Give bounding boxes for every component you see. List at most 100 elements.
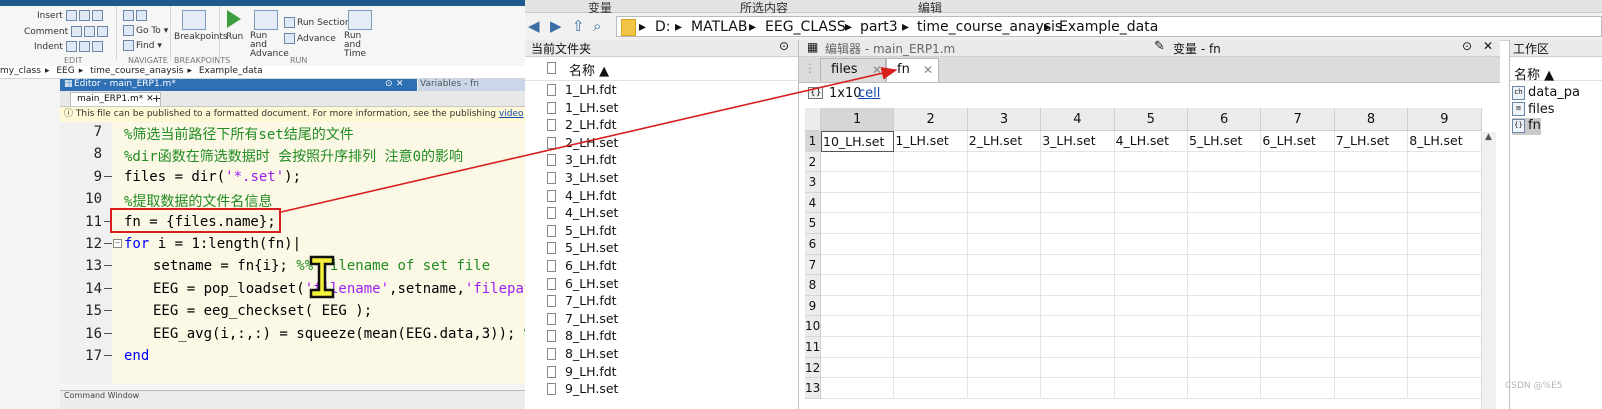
grid-cell[interactable] bbox=[1041, 337, 1115, 358]
current-folder-column-header[interactable]: 名称 ▲ bbox=[525, 58, 798, 81]
grid-cell[interactable] bbox=[1408, 378, 1482, 399]
breakpoint-dash[interactable]: — bbox=[104, 281, 112, 296]
nav-back-forward[interactable] bbox=[123, 10, 149, 21]
grid-cell[interactable] bbox=[1408, 275, 1482, 296]
scroll-up-icon[interactable]: ▲ bbox=[1485, 132, 1492, 142]
breakpoint-dash[interactable]: — bbox=[104, 326, 112, 341]
grid-cell[interactable] bbox=[1334, 234, 1409, 255]
file-list-item[interactable]: 9_LH.set bbox=[525, 381, 798, 399]
grid-row-header[interactable]: 5 bbox=[805, 213, 821, 234]
grid-cell[interactable] bbox=[1408, 192, 1482, 214]
grid-cell[interactable]: 10_LH.set bbox=[821, 131, 895, 152]
grid-cell[interactable]: 1_LH.set bbox=[894, 131, 968, 152]
workspace-item[interactable]: ch data_pa bbox=[1512, 85, 1580, 102]
grid-row-header[interactable]: 6 bbox=[805, 234, 821, 255]
file-list-item[interactable]: 1_LH.set bbox=[525, 100, 798, 118]
grid-cell[interactable] bbox=[1041, 172, 1115, 193]
file-list-item[interactable]: 6_LH.set bbox=[525, 276, 798, 294]
breakpoint-dash[interactable]: — bbox=[104, 236, 112, 251]
code-line[interactable]: EEG = pop_loadset('filename',setname,'fi… bbox=[153, 281, 525, 297]
grid-cell[interactable] bbox=[1334, 378, 1409, 399]
grid-cell[interactable] bbox=[1114, 151, 1188, 173]
grid-row-header[interactable]: 9 bbox=[805, 295, 821, 317]
run-section-button[interactable]: Run Section bbox=[284, 17, 351, 28]
grid-cell[interactable] bbox=[1041, 234, 1115, 255]
indent-button[interactable]: Indent bbox=[34, 41, 105, 52]
grid-cell[interactable] bbox=[1188, 378, 1262, 399]
workspace-item[interactable]: {} fn bbox=[1512, 118, 1541, 135]
grid-cell[interactable] bbox=[967, 172, 1042, 193]
grid-row-header[interactable]: 13 bbox=[805, 378, 821, 399]
grid-cell[interactable]: 8_LH.set bbox=[1408, 131, 1482, 152]
grid-cell[interactable] bbox=[1041, 213, 1115, 234]
editor-title-tab[interactable]: 编辑器 - main_ERP1.m bbox=[825, 40, 955, 57]
workspace-column-header[interactable]: 名称 ▲ bbox=[1510, 58, 1602, 83]
grid-cell[interactable] bbox=[1261, 357, 1335, 379]
grid-cell[interactable] bbox=[894, 357, 968, 379]
grid-cell[interactable] bbox=[1261, 172, 1335, 193]
grid-cell[interactable] bbox=[1114, 234, 1188, 255]
grid-cell[interactable] bbox=[1261, 378, 1335, 399]
grid-cell[interactable] bbox=[1114, 254, 1188, 276]
tab-main-erp1[interactable]: main_ERP1.m* ✕ bbox=[70, 92, 161, 106]
grid-cell[interactable] bbox=[1188, 316, 1262, 337]
breadcrumb-segment[interactable]: my_class bbox=[0, 66, 41, 76]
grid-column-header[interactable]: 9 bbox=[1408, 108, 1482, 131]
go-to-button[interactable]: Go To ▾ bbox=[123, 25, 168, 36]
variable-grid[interactable]: 1 2 3 4 5 6 7 8 9 1 10_LH.set 1_LH.set 2_LH.set 3_LH.… bbox=[805, 108, 1484, 409]
back-icon[interactable]: ◀ bbox=[528, 17, 540, 35]
grid-row-header[interactable]: 12 bbox=[805, 357, 821, 379]
grid-cell[interactable] bbox=[967, 316, 1042, 337]
grid-cell[interactable] bbox=[1114, 378, 1188, 399]
grid-row-header[interactable]: 10 bbox=[805, 316, 821, 337]
editor-menu-icon[interactable]: ⊙ bbox=[385, 79, 393, 89]
grid-cell[interactable]: 4_LH.set bbox=[1114, 131, 1188, 152]
grid-cell[interactable] bbox=[894, 234, 968, 255]
grid-cell[interactable] bbox=[894, 295, 968, 317]
grid-row-header[interactable]: 2 bbox=[805, 151, 821, 173]
breakpoint-dash[interactable]: — bbox=[104, 169, 112, 184]
grid-row-header[interactable]: 11 bbox=[805, 337, 821, 358]
grid-cell[interactable] bbox=[1408, 172, 1482, 193]
vertical-scrollbar[interactable]: ▲ bbox=[1481, 132, 1496, 409]
path-segment[interactable]: D: bbox=[655, 19, 671, 35]
file-list-item[interactable]: 5_LH.set bbox=[525, 240, 798, 258]
grid-cell[interactable] bbox=[1188, 234, 1262, 255]
path-input[interactable]: ▸ D: ▸ MATLAB ▸ EEG_CLASS ▸ part3 ▸ time… bbox=[616, 16, 1602, 37]
browse-folder-icon[interactable]: ⌕ bbox=[593, 17, 601, 35]
grid-cell[interactable] bbox=[821, 234, 895, 255]
code-line[interactable]: EEG_avg(i,:,:) = squeeze(mean(EEG.data,3… bbox=[153, 326, 525, 342]
grid-cell[interactable] bbox=[821, 337, 895, 358]
file-list-item[interactable]: 2_LH.fdt bbox=[525, 117, 798, 135]
file-list-item[interactable]: 2_LH.set bbox=[525, 135, 798, 153]
left-breadcrumb[interactable]: my_class ▸ EEG ▸ time_course_anaysis ▸ Exam… bbox=[0, 66, 525, 79]
grid-cell[interactable] bbox=[1261, 192, 1335, 214]
grid-cell[interactable] bbox=[1408, 337, 1482, 358]
grid-cell[interactable] bbox=[1041, 357, 1115, 379]
panel-menu-icon[interactable]: ⊙ bbox=[1462, 39, 1472, 53]
grid-cell[interactable] bbox=[821, 275, 895, 296]
grid-cell[interactable]: 2_LH.set bbox=[967, 131, 1042, 152]
grid-cell[interactable]: 7_LH.set bbox=[1334, 131, 1409, 152]
file-list-item[interactable]: 8_LH.fdt bbox=[525, 328, 798, 346]
grid-column-header[interactable]: 3 bbox=[967, 108, 1042, 131]
code-line[interactable]: files = dir('*.set'); bbox=[124, 169, 301, 185]
grid-cell[interactable] bbox=[1114, 275, 1188, 296]
grid-cell[interactable] bbox=[1114, 295, 1188, 317]
code-line[interactable]: for i = 1:length(fn)| bbox=[124, 236, 301, 252]
grid-cell[interactable] bbox=[821, 357, 895, 379]
grid-cell[interactable] bbox=[821, 172, 895, 193]
panel-menu-icon[interactable]: ⊙ bbox=[779, 39, 789, 53]
grid-cell[interactable] bbox=[1408, 316, 1482, 337]
grid-cell[interactable] bbox=[821, 213, 895, 234]
grid-cell[interactable] bbox=[1408, 213, 1482, 234]
grid-cell[interactable] bbox=[1261, 234, 1335, 255]
file-list-item[interactable]: 6_LH.fdt bbox=[525, 258, 798, 276]
grid-cell[interactable] bbox=[1261, 151, 1335, 173]
grid-cell[interactable] bbox=[894, 316, 968, 337]
up-folder-icon[interactable]: ⇧ bbox=[572, 17, 585, 35]
grid-column-header[interactable]: 2 bbox=[894, 108, 968, 131]
breadcrumb-segment[interactable]: Example_data bbox=[199, 66, 263, 76]
grid-row-header[interactable]: 7 bbox=[805, 254, 821, 276]
code-line[interactable]: %筛选当前路径下所有set结尾的文件 bbox=[124, 124, 354, 144]
